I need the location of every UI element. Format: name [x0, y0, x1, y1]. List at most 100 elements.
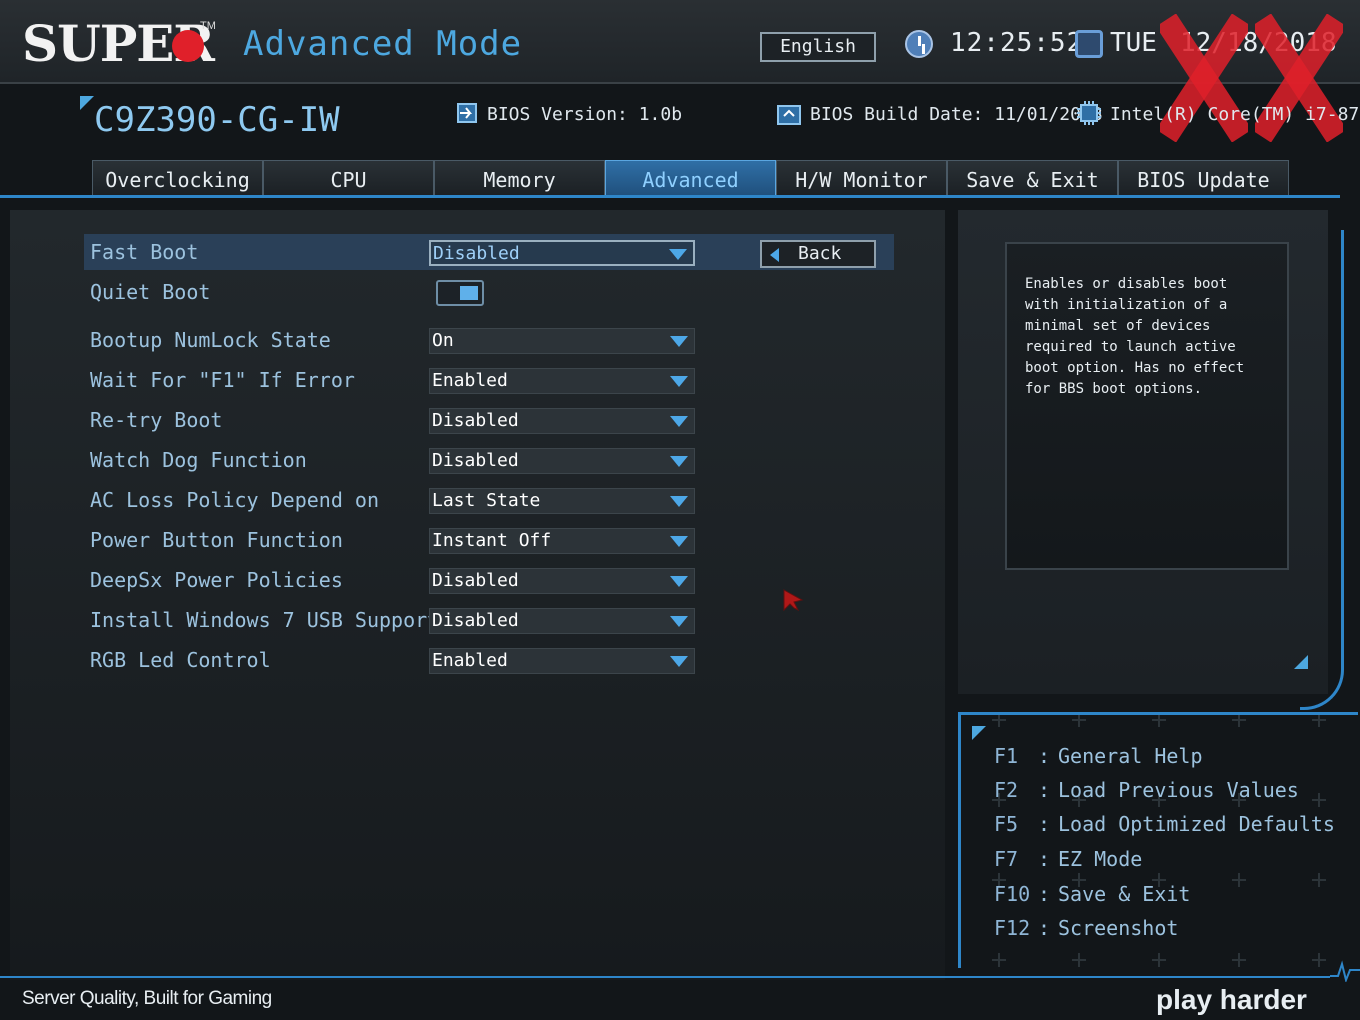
board-model: C9Z390-CG-IW	[94, 100, 340, 140]
setting-row-win7-usb[interactable]: Install Windows 7 USB Support Disabled	[84, 602, 894, 638]
hotkey-separator: :	[1038, 882, 1051, 906]
win7-usb-dropdown[interactable]: Disabled	[429, 608, 695, 634]
hotkey-key: F10	[994, 882, 1031, 906]
dropdown-value: Disabled	[432, 570, 519, 591]
setting-row-retry-boot[interactable]: Re-try Boot Disabled	[84, 402, 894, 438]
dropdown-value: Disabled	[432, 450, 519, 471]
system-time: 12:25:52	[950, 28, 1084, 58]
hotkey-f7: F7: EZ Mode	[994, 847, 1142, 871]
cpu-icon	[1077, 101, 1101, 125]
hotkeys-corner-marker	[972, 726, 986, 740]
chevron-down-icon	[670, 496, 688, 507]
deepsx-dropdown[interactable]: Disabled	[429, 568, 695, 594]
dropdown-value: Disabled	[432, 410, 519, 431]
tab-memory[interactable]: Memory	[434, 160, 605, 198]
chevron-down-icon	[670, 576, 688, 587]
quiet-boot-toggle[interactable]	[436, 280, 484, 306]
setting-label: Re-try Boot	[90, 408, 223, 432]
wait-f1-dropdown[interactable]: Enabled	[429, 368, 695, 394]
dropdown-value: On	[432, 330, 454, 351]
tab-overclocking[interactable]: Overclocking	[92, 160, 263, 198]
rgb-led-dropdown[interactable]: Enabled	[429, 648, 695, 674]
setting-label: Install Windows 7 USB Support	[90, 608, 440, 632]
dropdown-value: Disabled	[433, 243, 520, 264]
system-date: 12/18/2018	[1180, 28, 1337, 58]
mouse-cursor-icon	[783, 589, 804, 612]
hotkey-action: Load Optimized Defaults	[1058, 812, 1335, 836]
chevron-down-icon	[670, 376, 688, 387]
retry-boot-dropdown[interactable]: Disabled	[429, 408, 695, 434]
tab-cpu[interactable]: CPU	[263, 160, 434, 198]
bios-version: BIOS Version: 1.0b	[487, 104, 683, 125]
setting-row-numlock[interactable]: Bootup NumLock State On	[84, 322, 894, 358]
bios-build-date: BIOS Build Date: 11/01/2018	[810, 104, 1103, 125]
setting-label: Bootup NumLock State	[90, 328, 331, 352]
chevron-down-icon	[669, 249, 687, 260]
hotkey-key: F12	[994, 916, 1031, 940]
back-label: Back	[798, 243, 842, 264]
hotkey-action: Load Previous Values	[1058, 778, 1299, 802]
dropdown-value: Disabled	[432, 610, 519, 631]
setting-row-power-button[interactable]: Power Button Function Instant Off	[84, 522, 894, 558]
logo-trademark: TM	[200, 20, 216, 32]
language-button[interactable]: English	[760, 32, 876, 62]
hotkey-separator: :	[1038, 916, 1051, 940]
hotkey-f12: F12: Screenshot	[994, 916, 1178, 940]
logo-red-dot	[172, 30, 204, 62]
watchdog-dropdown[interactable]: Disabled	[429, 448, 695, 474]
setting-label: Wait For "F1" If Error	[90, 368, 355, 392]
hotkey-separator: :	[1038, 812, 1051, 836]
hotkey-action: Save & Exit	[1058, 882, 1191, 906]
power-button-dropdown[interactable]: Instant Off	[429, 528, 695, 554]
footer-tagline: Server Quality, Built for Gaming	[22, 988, 272, 1009]
setting-row-rgb-led[interactable]: RGB Led Control Enabled	[84, 642, 894, 678]
tab-save-exit[interactable]: Save & Exit	[947, 160, 1118, 198]
hotkey-key: F5	[994, 812, 1019, 836]
toggle-knob	[460, 286, 478, 300]
hotkey-f1: F1: General Help	[994, 744, 1203, 768]
chevron-down-icon	[670, 616, 688, 627]
main-tab-bar: Overclocking CPU Memory Advanced H/W Mon…	[92, 160, 1289, 198]
chevron-down-icon	[670, 536, 688, 547]
build-date-icon	[777, 105, 801, 125]
footer-slogan: play harder	[1156, 984, 1307, 1015]
tab-bios-update[interactable]: BIOS Update	[1118, 160, 1289, 198]
setting-row-wait-f1[interactable]: Wait For "F1" If Error Enabled	[84, 362, 894, 398]
hotkey-f2: F2: Load Previous Values	[994, 778, 1299, 802]
setting-label: DeepSx Power Policies	[90, 568, 343, 592]
back-button[interactable]: Back	[760, 240, 876, 268]
hotkey-separator: :	[1038, 847, 1051, 871]
setting-label: Fast Boot	[90, 240, 199, 264]
tab-hw-monitor[interactable]: H/W Monitor	[776, 160, 947, 198]
bios-chip-icon	[457, 103, 477, 123]
hotkey-separator: :	[1038, 778, 1051, 802]
setting-row-quiet-boot[interactable]: Quiet Boot	[84, 274, 894, 310]
cpu-info: Intel(R) Core(TM) i7-8700K	[1110, 104, 1360, 125]
hotkey-key: F2	[994, 778, 1019, 802]
chevron-down-icon	[670, 456, 688, 467]
setting-row-watchdog[interactable]: Watch Dog Function Disabled	[84, 442, 894, 478]
hotkey-key: F7	[994, 847, 1019, 871]
setting-label: Power Button Function	[90, 528, 343, 552]
hotkey-f10: F10: Save & Exit	[994, 882, 1190, 906]
setting-row-ac-loss[interactable]: AC Loss Policy Depend on Last State	[84, 482, 894, 518]
setting-row-fast-boot[interactable]: Fast Boot Disabled Back	[84, 234, 894, 270]
hotkey-action: General Help	[1058, 744, 1203, 768]
setting-label: AC Loss Policy Depend on	[90, 488, 379, 512]
setting-label: Quiet Boot	[90, 280, 211, 304]
hotkey-key: F1	[994, 744, 1019, 768]
footer-line	[0, 976, 1330, 978]
dropdown-value: Enabled	[432, 650, 508, 671]
mode-title: Advanced Mode	[243, 24, 523, 64]
tab-advanced[interactable]: Advanced	[605, 160, 776, 198]
numlock-dropdown[interactable]: On	[429, 328, 695, 354]
calendar-icon	[1075, 30, 1103, 58]
tab-underline	[0, 195, 1340, 198]
setting-row-deepsx[interactable]: DeepSx Power Policies Disabled	[84, 562, 894, 598]
fast-boot-dropdown[interactable]: Disabled	[429, 240, 695, 266]
chevron-down-icon	[670, 336, 688, 347]
ac-loss-dropdown[interactable]: Last State	[429, 488, 695, 514]
dropdown-value: Instant Off	[432, 530, 552, 551]
chevron-down-icon	[670, 416, 688, 427]
help-description: Enables or disables boot with initializa…	[1005, 242, 1289, 570]
